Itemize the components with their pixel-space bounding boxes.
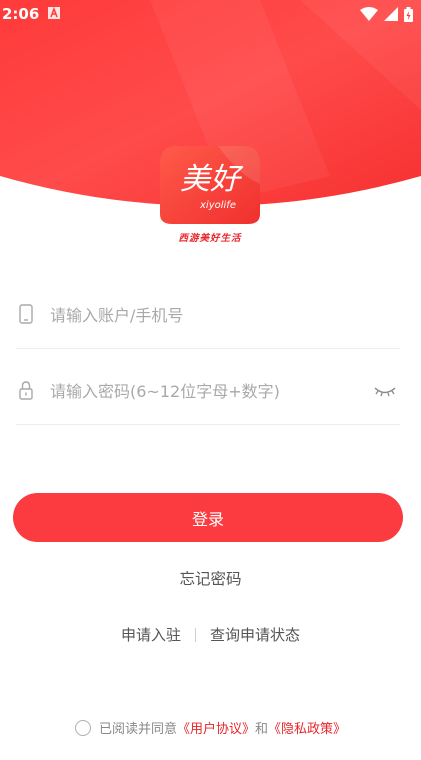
query-status-link[interactable]: 查询申请状态 [210, 624, 300, 645]
signal-icon [384, 7, 398, 21]
wifi-icon [360, 7, 378, 21]
user-agreement-link[interactable]: 《用户协议》 [177, 718, 255, 737]
app-logo: 美好 xiyolife [158, 144, 262, 224]
battery-icon [404, 6, 413, 22]
brand-slogan: 西游美好生活 [178, 233, 242, 244]
agreement-prefix: 已阅读并同意 [98, 722, 177, 737]
status-bar: 2:06 [0, 0, 421, 28]
status-icons [360, 6, 413, 22]
secondary-links: 申请入驻 查询申请状态 [0, 624, 421, 645]
status-time: 2:06 [2, 5, 40, 23]
apply-join-link[interactable]: 申请入驻 [121, 624, 181, 645]
password-input[interactable]: 请输入密码(6~12位字母+数字) [50, 378, 280, 402]
eye-closed-icon[interactable] [374, 384, 396, 398]
password-field[interactable]: 请输入密码(6~12位字母+数字) [16, 364, 400, 425]
privacy-policy-link[interactable]: 《隐私政策》 [268, 718, 346, 737]
account-input[interactable]: 请输入账户/手机号 [50, 302, 183, 326]
app-notification-icon [48, 7, 60, 19]
login-button[interactable]: 登录 [13, 493, 403, 542]
logo-sub-text: xiyolife [199, 200, 236, 211]
link-divider [195, 627, 196, 642]
forgot-password-link[interactable]: 忘记密码 [0, 567, 421, 589]
agreement-and: 和 [255, 722, 269, 737]
lock-icon [19, 381, 33, 400]
agreement-row: 已阅读并同意 《用户协议》 和 《隐私政策》 [0, 718, 421, 737]
phone-icon [19, 304, 33, 324]
account-field[interactable]: 请输入账户/手机号 [16, 288, 400, 349]
logo-main-text: 美好 [180, 162, 244, 197]
agree-radio[interactable] [74, 719, 91, 736]
